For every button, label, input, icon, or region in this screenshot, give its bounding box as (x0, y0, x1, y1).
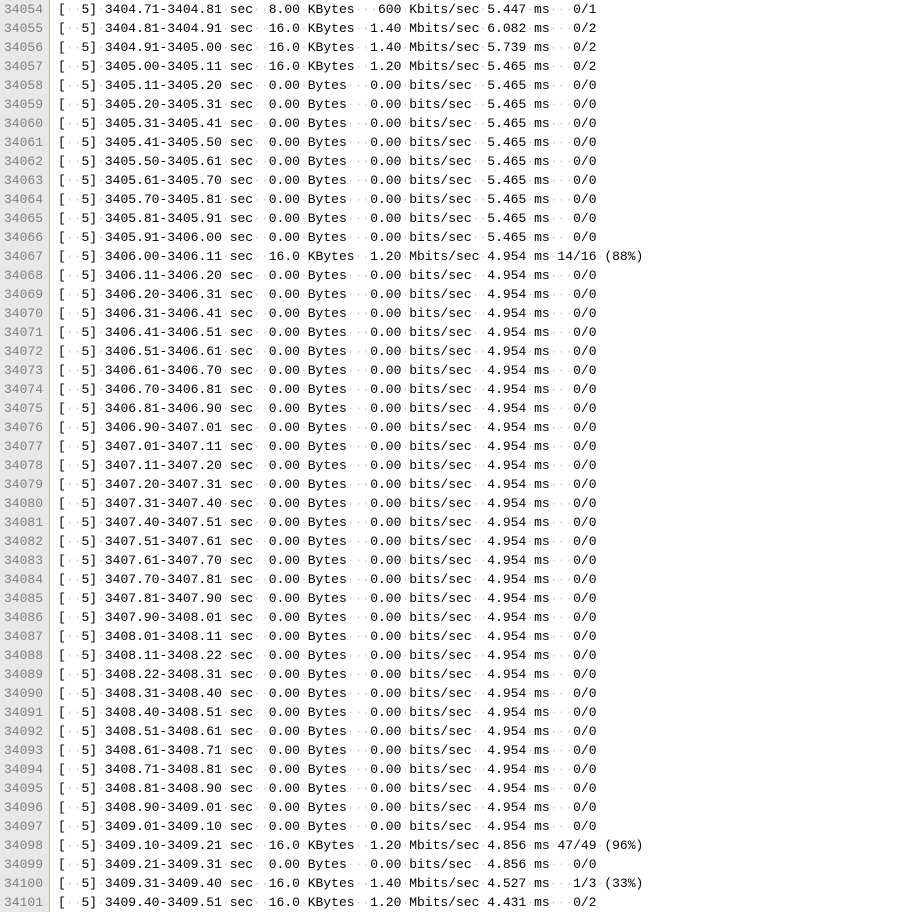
log-line: [··5]·3407.81-3407.90·sec··0.00·Bytes···… (58, 589, 917, 608)
log-line: [··5]·3406.81-3406.90·sec··0.00·Bytes···… (58, 399, 917, 418)
line-number: 34082 (4, 532, 43, 551)
editor-view: 3405434055340563405734058340593406034061… (0, 0, 917, 912)
line-number: 34069 (4, 285, 43, 304)
log-line: [··5]·3406.11-3406.20·sec··0.00·Bytes···… (58, 266, 917, 285)
line-number: 34095 (4, 779, 43, 798)
line-number: 34096 (4, 798, 43, 817)
line-number: 34059 (4, 95, 43, 114)
log-line: [··5]·3406.51-3406.61·sec··0.00·Bytes···… (58, 342, 917, 361)
log-line: [··5]·3408.61-3408.71·sec··0.00·Bytes···… (58, 741, 917, 760)
log-line: [··5]·3408.40-3408.51·sec··0.00·Bytes···… (58, 703, 917, 722)
log-line: [··5]·3405.00-3405.11·sec··16.0·KBytes··… (58, 57, 917, 76)
line-number: 34056 (4, 38, 43, 57)
log-line: [··5]·3406.20-3406.31·sec··0.00·Bytes···… (58, 285, 917, 304)
log-line: [··5]·3405.91-3406.00·sec··0.00·Bytes···… (58, 228, 917, 247)
log-line: [··5]·3407.90-3408.01·sec··0.00·Bytes···… (58, 608, 917, 627)
line-number: 34101 (4, 893, 43, 912)
line-number: 34070 (4, 304, 43, 323)
line-number: 34097 (4, 817, 43, 836)
line-number: 34068 (4, 266, 43, 285)
line-number: 34071 (4, 323, 43, 342)
log-line: [··5]·3408.71-3408.81·sec··0.00·Bytes···… (58, 760, 917, 779)
line-number: 34085 (4, 589, 43, 608)
log-line: [··5]·3404.81-3404.91·sec··16.0·KBytes··… (58, 19, 917, 38)
line-number: 34073 (4, 361, 43, 380)
line-number: 34088 (4, 646, 43, 665)
log-line: [··5]·3407.20-3407.31·sec··0.00·Bytes···… (58, 475, 917, 494)
log-line: [··5]·3405.31-3405.41·sec··0.00·Bytes···… (58, 114, 917, 133)
line-number: 34066 (4, 228, 43, 247)
log-line: [··5]·3407.11-3407.20·sec··0.00·Bytes···… (58, 456, 917, 475)
log-line: [··5]·3408.11-3408.22·sec··0.00·Bytes···… (58, 646, 917, 665)
log-line: [··5]·3409.40-3409.51·sec··16.0·KBytes··… (58, 893, 917, 912)
log-line: [··5]·3407.61-3407.70·sec··0.00·Bytes···… (58, 551, 917, 570)
log-line: [··5]·3407.01-3407.11·sec··0.00·Bytes···… (58, 437, 917, 456)
line-number: 34063 (4, 171, 43, 190)
line-number: 34054 (4, 0, 43, 19)
log-line: [··5]·3405.41-3405.50·sec··0.00·Bytes···… (58, 133, 917, 152)
line-number: 34094 (4, 760, 43, 779)
log-line: [··5]·3406.61-3406.70·sec··0.00·Bytes···… (58, 361, 917, 380)
line-number: 34098 (4, 836, 43, 855)
line-number: 34055 (4, 19, 43, 38)
line-number: 34089 (4, 665, 43, 684)
log-line: [··5]·3409.01-3409.10·sec··0.00·Bytes···… (58, 817, 917, 836)
line-number: 34064 (4, 190, 43, 209)
line-number: 34078 (4, 456, 43, 475)
log-line: [··5]·3408.90-3409.01·sec··0.00·Bytes···… (58, 798, 917, 817)
line-number: 34093 (4, 741, 43, 760)
log-line: [··5]·3408.31-3408.40·sec··0.00·Bytes···… (58, 684, 917, 703)
log-line: [··5]·3407.40-3407.51·sec··0.00·Bytes···… (58, 513, 917, 532)
line-number: 34062 (4, 152, 43, 171)
log-line: [··5]·3408.01-3408.11·sec··0.00·Bytes···… (58, 627, 917, 646)
log-line: [··5]·3405.11-3405.20·sec··0.00·Bytes···… (58, 76, 917, 95)
log-line: [··5]·3409.31-3409.40·sec··16.0·KBytes··… (58, 874, 917, 893)
log-line: [··5]·3408.81-3408.90·sec··0.00·Bytes···… (58, 779, 917, 798)
line-number: 34060 (4, 114, 43, 133)
line-number: 34076 (4, 418, 43, 437)
log-line: [··5]·3406.31-3406.41·sec··0.00·Bytes···… (58, 304, 917, 323)
line-number: 34091 (4, 703, 43, 722)
line-number: 34084 (4, 570, 43, 589)
line-number-gutter: 3405434055340563405734058340593406034061… (0, 0, 50, 912)
log-line: [··5]·3406.90-3407.01·sec··0.00·Bytes···… (58, 418, 917, 437)
log-line: [··5]·3405.50-3405.61·sec··0.00·Bytes···… (58, 152, 917, 171)
log-line: [··5]·3405.70-3405.81·sec··0.00·Bytes···… (58, 190, 917, 209)
line-number: 34090 (4, 684, 43, 703)
log-line: [··5]·3406.41-3406.51·sec··0.00·Bytes···… (58, 323, 917, 342)
line-number: 34092 (4, 722, 43, 741)
line-number: 34072 (4, 342, 43, 361)
line-number: 34087 (4, 627, 43, 646)
line-number: 34057 (4, 57, 43, 76)
log-line: [··5]·3407.51-3407.61·sec··0.00·Bytes···… (58, 532, 917, 551)
log-line: [··5]·3409.21-3409.31·sec··0.00·Bytes···… (58, 855, 917, 874)
log-line: [··5]·3409.10-3409.21·sec··16.0·KBytes··… (58, 836, 917, 855)
log-line: [··5]·3408.51-3408.61·sec··0.00·Bytes···… (58, 722, 917, 741)
line-number: 34081 (4, 513, 43, 532)
line-number: 34074 (4, 380, 43, 399)
line-number: 34099 (4, 855, 43, 874)
line-number: 34086 (4, 608, 43, 627)
line-number: 34067 (4, 247, 43, 266)
line-number: 34058 (4, 76, 43, 95)
log-line: [··5]·3406.00-3406.11·sec··16.0·KBytes··… (58, 247, 917, 266)
line-number: 34077 (4, 437, 43, 456)
line-number: 34100 (4, 874, 43, 893)
log-line: [··5]·3404.71-3404.81·sec··8.00·KBytes··… (58, 0, 917, 19)
log-content[interactable]: [··5]·3404.71-3404.81·sec··8.00·KBytes··… (50, 0, 917, 912)
log-line: [··5]·3407.70-3407.81·sec··0.00·Bytes···… (58, 570, 917, 589)
line-number: 34083 (4, 551, 43, 570)
line-number: 34065 (4, 209, 43, 228)
log-line: [··5]·3407.31-3407.40·sec··0.00·Bytes···… (58, 494, 917, 513)
log-line: [··5]·3408.22-3408.31·sec··0.00·Bytes···… (58, 665, 917, 684)
log-line: [··5]·3405.81-3405.91·sec··0.00·Bytes···… (58, 209, 917, 228)
line-number: 34080 (4, 494, 43, 513)
log-line: [··5]·3406.70-3406.81·sec··0.00·Bytes···… (58, 380, 917, 399)
log-line: [··5]·3405.61-3405.70·sec··0.00·Bytes···… (58, 171, 917, 190)
log-line: [··5]·3404.91-3405.00·sec··16.0·KBytes··… (58, 38, 917, 57)
line-number: 34075 (4, 399, 43, 418)
line-number: 34079 (4, 475, 43, 494)
log-line: [··5]·3405.20-3405.31·sec··0.00·Bytes···… (58, 95, 917, 114)
line-number: 34061 (4, 133, 43, 152)
